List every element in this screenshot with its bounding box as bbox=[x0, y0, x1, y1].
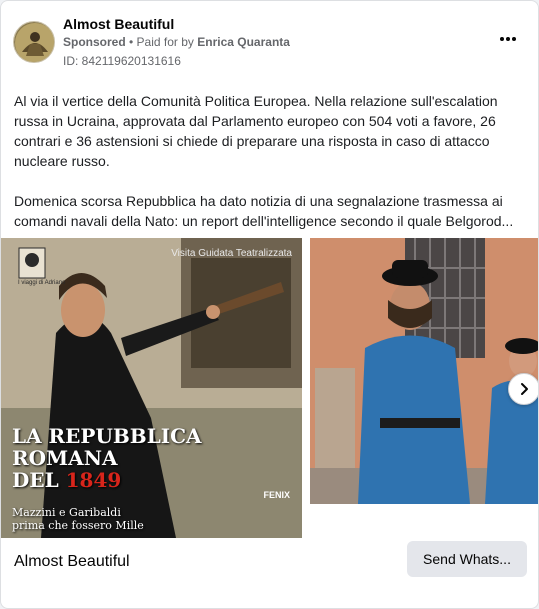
slide-1-subtitle-line-2: prima che fossero Mille bbox=[12, 519, 144, 532]
post-header: Almost Beautiful Sponsored • Paid for by… bbox=[13, 13, 526, 71]
page-name[interactable]: Almost Beautiful bbox=[63, 16, 174, 32]
body-paragraph-2-line-2[interactable]: comandi navali della Nato: un report del… bbox=[14, 211, 526, 231]
slide-1-subtitle: Mazzini e Garibaldi prima che fossero Mi… bbox=[12, 506, 172, 532]
slide-1-tag: Visita Guidata Teatralizzata bbox=[171, 248, 292, 259]
slide-1-subtitle-line-1: Mazzini e Garibaldi bbox=[12, 506, 121, 519]
slide-1-title-line-1: LA REPUBBLICA bbox=[12, 424, 202, 448]
more-options-icon-dot bbox=[506, 37, 510, 41]
slide-1-brand: FENIX bbox=[263, 490, 290, 500]
slide-1-title-prefix: DEL bbox=[12, 468, 66, 492]
carousel-slide-1[interactable]: Visita Guidata Teatralizzata I viaggi di… bbox=[1, 238, 302, 538]
more-options-icon bbox=[500, 37, 504, 41]
ad-card: Almost Beautiful Sponsored • Paid for by… bbox=[0, 0, 539, 609]
page-avatar[interactable] bbox=[13, 21, 55, 63]
carousel-slide-2[interactable] bbox=[310, 238, 538, 504]
ad-id: ID: 842119620131616 bbox=[63, 54, 181, 68]
slide-1-title-year: 1849 bbox=[65, 468, 122, 492]
more-options-icon-dot bbox=[512, 37, 516, 41]
sponsored-line: Sponsored • Paid for by Enrica Quaranta bbox=[63, 35, 290, 49]
footer-page-name[interactable]: Almost Beautiful bbox=[14, 553, 130, 571]
post-body: Al via il vertice della Comunità Politic… bbox=[14, 91, 526, 231]
chevron-right-icon bbox=[521, 383, 528, 395]
media-carousel: Visita Guidata Teatralizzata I viaggi di… bbox=[1, 238, 538, 538]
body-paragraph-1: Al via il vertice della Comunità Politic… bbox=[14, 93, 498, 169]
slide-1-title: LA REPUBBLICA ROMANA DEL 1849 bbox=[12, 425, 252, 491]
separator: • bbox=[125, 35, 137, 49]
slide-1-logo-text: I viaggi di Adriano bbox=[18, 280, 66, 286]
slide-1-title-line-3: DEL 1849 bbox=[12, 469, 252, 491]
send-whatsapp-button[interactable]: Send Whats... bbox=[407, 541, 527, 577]
slide-2-image bbox=[310, 238, 538, 504]
paid-for-prefix: Paid for by bbox=[136, 35, 198, 49]
more-options-button[interactable] bbox=[494, 29, 522, 49]
carousel-next-button[interactable] bbox=[508, 373, 538, 405]
payer-name[interactable]: Enrica Quaranta bbox=[197, 35, 290, 49]
body-paragraph-2-line-1: Domenica scorsa Repubblica ha dato notiz… bbox=[14, 193, 503, 209]
sponsored-label[interactable]: Sponsored bbox=[63, 35, 126, 49]
slide-1-title-line-2: ROMANA bbox=[12, 446, 118, 470]
